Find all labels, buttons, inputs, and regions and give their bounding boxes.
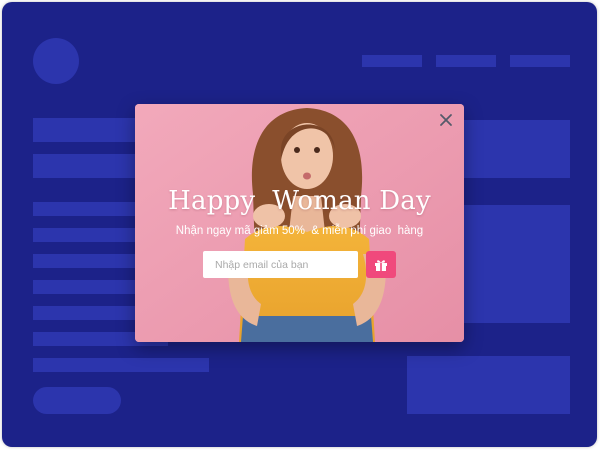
nav-item-placeholder <box>436 55 496 67</box>
nav-item-placeholder <box>510 55 570 67</box>
gift-icon <box>375 259 387 271</box>
card-placeholder <box>407 356 570 414</box>
button-placeholder <box>33 387 121 414</box>
close-button[interactable] <box>436 110 456 130</box>
woman-photo <box>135 104 464 342</box>
logo-placeholder <box>33 38 79 84</box>
nav-item-placeholder <box>362 55 422 67</box>
popup-subtitle: Nhận ngay mã giảm 50% & miễn phí giao hà… <box>175 225 424 237</box>
submit-button[interactable] <box>366 251 396 278</box>
promo-popup: Happy Woman Day Nhận ngay mã giảm 50% & … <box>135 104 464 342</box>
email-input[interactable] <box>203 251 358 278</box>
close-icon <box>440 114 452 126</box>
popup-title: Happy Woman Day <box>168 186 431 216</box>
text-line-placeholder <box>33 358 209 372</box>
